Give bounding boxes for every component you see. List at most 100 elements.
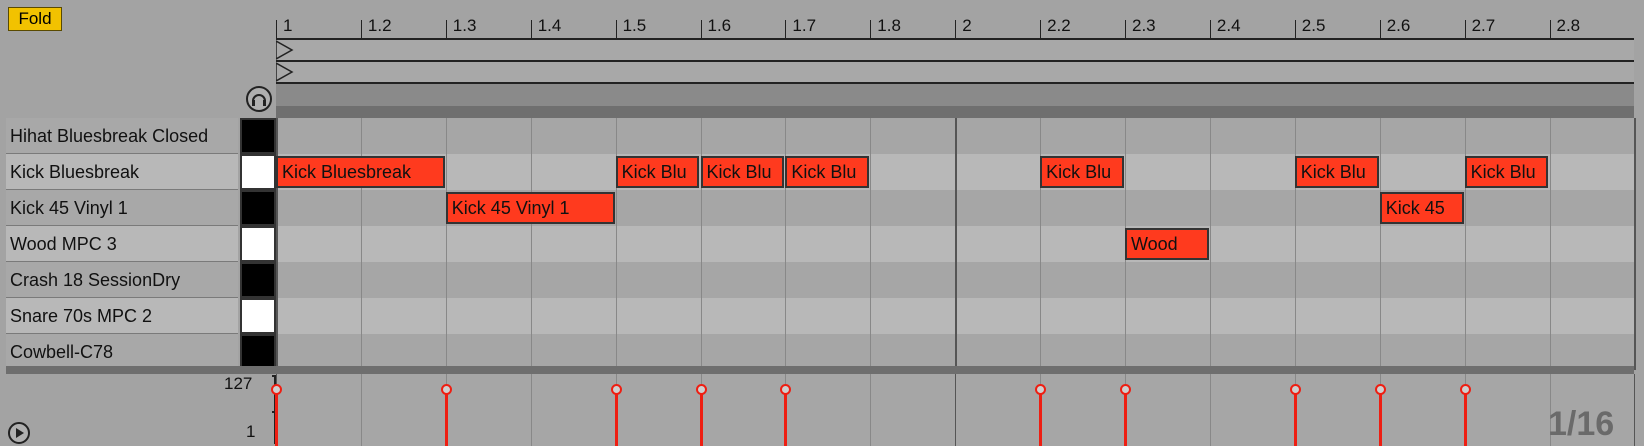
velocity-handle[interactable] bbox=[780, 384, 792, 395]
velocity-handle[interactable] bbox=[610, 384, 622, 395]
track-name[interactable]: Kick Bluesbreak bbox=[6, 154, 238, 190]
velocity-handle[interactable] bbox=[1374, 384, 1386, 395]
velocity-stem[interactable] bbox=[614, 390, 618, 446]
velocity-handle[interactable] bbox=[1459, 384, 1471, 395]
track-name[interactable]: Hihat Bluesbreak Closed bbox=[6, 118, 238, 154]
ruler-label: 2.7 bbox=[1471, 16, 1496, 35]
velocity-stem[interactable] bbox=[1293, 390, 1297, 446]
velocity-lane[interactable] bbox=[271, 374, 1636, 446]
ruler-tick bbox=[445, 20, 447, 40]
ruler-label: 1.7 bbox=[792, 16, 817, 35]
velocity-handle[interactable] bbox=[1120, 384, 1131, 395]
ruler-label: 1.5 bbox=[622, 16, 647, 35]
preview-key[interactable] bbox=[240, 262, 276, 298]
ruler-label: 1.6 bbox=[707, 16, 732, 35]
ruler-tick bbox=[1040, 20, 1042, 40]
track-name[interactable]: Cowbell-C78 bbox=[6, 334, 238, 370]
play-icon[interactable] bbox=[8, 422, 30, 444]
ruler-tick bbox=[530, 20, 532, 40]
ruler-tick bbox=[1379, 20, 1381, 40]
velocity-handle[interactable] bbox=[271, 384, 282, 395]
midi-note[interactable]: Kick Blu bbox=[1294, 156, 1379, 188]
loop-start-row[interactable] bbox=[276, 40, 1634, 62]
grid-line bbox=[1549, 118, 1551, 370]
headphones-icon bbox=[252, 94, 266, 106]
velocity-stem[interactable] bbox=[699, 390, 703, 446]
preview-key[interactable] bbox=[240, 334, 276, 370]
midi-editor: Fold 1 1.2 1.3 1.4 1.5 1.6 1.7 1.8 2 2.2 2.3 2.4 2.5… bbox=[0, 0, 1644, 446]
velocity-stem[interactable] bbox=[1124, 390, 1127, 446]
velocity-stem[interactable] bbox=[444, 390, 448, 446]
key-column bbox=[240, 118, 276, 370]
track-name[interactable]: Kick 45 Vinyl 1 bbox=[6, 190, 238, 226]
fold-button[interactable]: Fold bbox=[8, 7, 62, 31]
ruler-label: 2.2 bbox=[1047, 16, 1071, 35]
velocity-stem[interactable] bbox=[1463, 390, 1467, 446]
velocity-stem[interactable] bbox=[784, 390, 788, 446]
loop-bar[interactable] bbox=[276, 84, 1634, 106]
velocity-handle[interactable] bbox=[1289, 384, 1301, 395]
preview-key[interactable] bbox=[240, 226, 276, 262]
drum-rack-track-list: Hihat Bluesbreak Closed Kick Bluesbreak Ki… bbox=[6, 118, 238, 370]
grid-line bbox=[1634, 118, 1637, 370]
velocity-stem[interactable] bbox=[1039, 390, 1043, 446]
ruler-tick bbox=[1294, 20, 1296, 40]
preview-key[interactable] bbox=[240, 154, 276, 190]
ruler-label: 2.4 bbox=[1216, 16, 1241, 35]
ruler-tick bbox=[276, 20, 277, 40]
velocity-stem[interactable] bbox=[275, 390, 278, 446]
note-grid[interactable]: Kick Bluesbreak Kick Blu Kick Blu Kick Blu K… bbox=[276, 118, 1637, 370]
grid-line bbox=[1379, 118, 1381, 370]
velocity-stem[interactable] bbox=[1378, 390, 1382, 446]
midi-note[interactable]: Kick Blu bbox=[785, 156, 870, 188]
midi-note[interactable]: Kick 45 bbox=[1379, 192, 1464, 224]
velocity-handle[interactable] bbox=[440, 384, 452, 395]
ruler-tick bbox=[1125, 20, 1126, 40]
ruler-label: 2.8 bbox=[1556, 16, 1581, 35]
grid-line bbox=[870, 118, 872, 370]
velocity-min-label: 1 bbox=[246, 422, 256, 441]
grid-line bbox=[1209, 118, 1211, 370]
velocity-grid-line bbox=[955, 374, 957, 446]
lane-separator[interactable] bbox=[6, 366, 1634, 374]
ruler-tick bbox=[955, 20, 957, 40]
ruler-label: 2.3 bbox=[1132, 16, 1156, 35]
scroll-strip[interactable] bbox=[276, 106, 1634, 118]
midi-note[interactable]: Wood bbox=[1125, 228, 1209, 260]
midi-note[interactable]: Kick Blu bbox=[700, 156, 785, 188]
midi-note[interactable]: Kick Blu bbox=[1040, 156, 1124, 188]
velocity-max-label: 127 bbox=[224, 374, 253, 393]
preview-key[interactable] bbox=[240, 190, 276, 226]
loop-marker-rows bbox=[276, 40, 1634, 84]
track-name[interactable]: Crash 18 SessionDry bbox=[6, 262, 238, 298]
ruler-tick bbox=[1464, 20, 1466, 40]
preview-key[interactable] bbox=[240, 298, 276, 334]
ruler-label: 1.8 bbox=[877, 16, 901, 35]
start-marker-icon[interactable] bbox=[276, 62, 296, 82]
preview-headphones-icon[interactable] bbox=[246, 86, 272, 112]
ruler-tick bbox=[360, 20, 362, 40]
velocity-handle[interactable] bbox=[1035, 384, 1047, 395]
track-name[interactable]: Wood MPC 3 bbox=[6, 226, 238, 262]
velocity-handle[interactable] bbox=[695, 384, 707, 395]
midi-note[interactable]: Kick Blu bbox=[1464, 156, 1549, 188]
ruler-label: 2 bbox=[962, 16, 972, 35]
ruler-label: 1.3 bbox=[452, 16, 477, 35]
velocity-grid-line bbox=[870, 374, 872, 446]
midi-note[interactable]: Kick Blu bbox=[615, 156, 700, 188]
midi-note[interactable]: Kick 45 Vinyl 1 bbox=[445, 192, 615, 224]
ruler-label: 1 bbox=[283, 16, 293, 35]
velocity-grid-line bbox=[530, 374, 532, 446]
track-name[interactable]: Snare 70s MPC 2 bbox=[6, 298, 238, 334]
loop-start-marker-icon[interactable] bbox=[276, 40, 296, 60]
ruler-tick bbox=[1209, 20, 1211, 40]
ruler-tick bbox=[615, 20, 617, 40]
ruler-tick bbox=[870, 20, 872, 40]
preview-key[interactable] bbox=[240, 118, 276, 154]
velocity-grid-line bbox=[1634, 374, 1636, 446]
start-marker-row[interactable] bbox=[276, 62, 1634, 84]
grid-resolution-label[interactable]: 1/16 bbox=[1548, 405, 1614, 444]
grid-line bbox=[955, 118, 958, 370]
midi-note[interactable]: Kick Bluesbreak bbox=[276, 156, 445, 188]
beat-ruler[interactable]: 1 1.2 1.3 1.4 1.5 1.6 1.7 1.8 2 2.2 2.3 2.4 2.5 2.6 2.… bbox=[276, 6, 1634, 40]
